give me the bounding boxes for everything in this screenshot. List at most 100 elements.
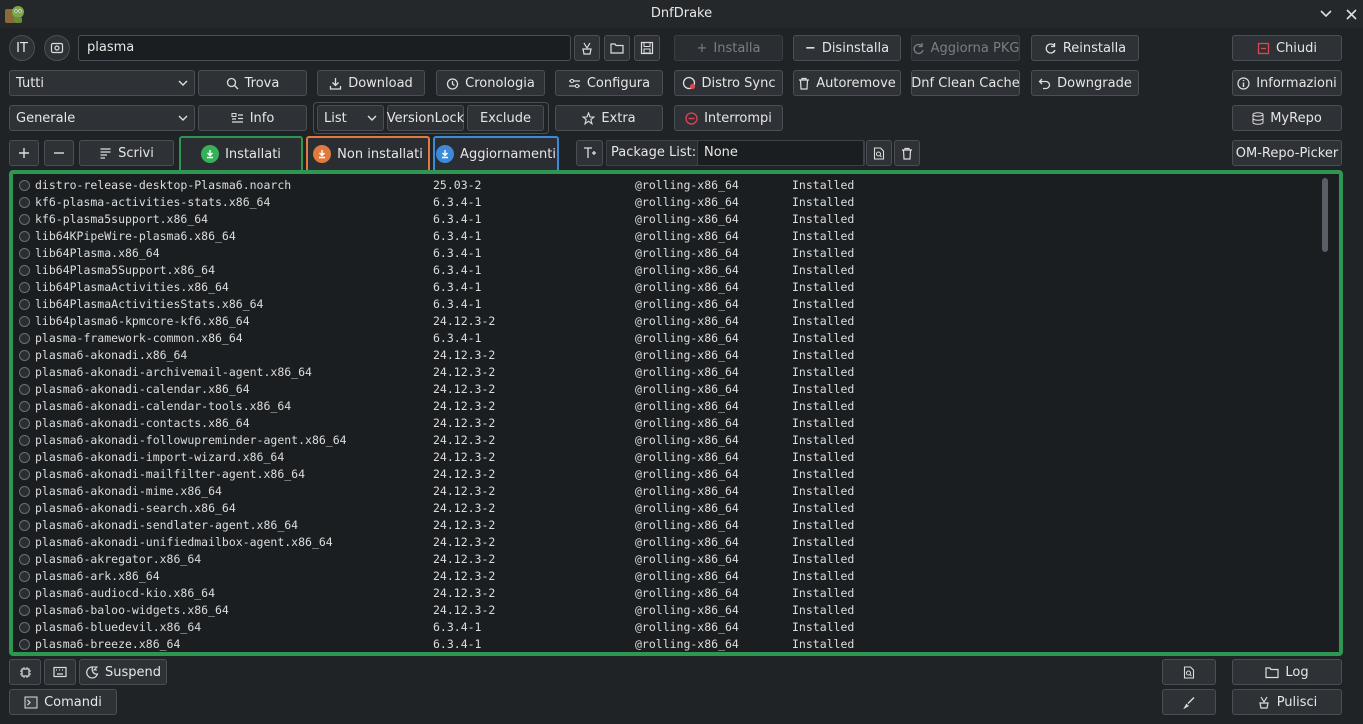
scrollbar-thumb[interactable] bbox=[1322, 178, 1328, 252]
table-row[interactable]: lib64KPipeWire-plasma6.x86_64 6.3.4-1 @rol… bbox=[13, 228, 1313, 245]
search-mode-button[interactable] bbox=[44, 35, 70, 61]
search-input[interactable]: plasma bbox=[78, 35, 571, 61]
tab-updates[interactable]: Aggiornamenti bbox=[433, 136, 559, 170]
clean-button[interactable]: Pulisci bbox=[1232, 689, 1342, 715]
group-select[interactable]: Generale bbox=[9, 105, 195, 131]
find-button[interactable]: Trova bbox=[198, 70, 307, 96]
row-checkbox[interactable] bbox=[19, 571, 30, 582]
interrupt-button[interactable]: Interrompi bbox=[674, 105, 783, 131]
table-row[interactable]: plasma6-akonadi-archivemail-agent.x86_64… bbox=[13, 364, 1313, 381]
text-size-button[interactable] bbox=[576, 140, 603, 166]
table-row[interactable]: plasma6-akonadi-sendlater-agent.x86_64 24… bbox=[13, 517, 1313, 534]
row-checkbox[interactable] bbox=[19, 350, 30, 361]
row-checkbox[interactable] bbox=[19, 333, 30, 344]
row-checkbox[interactable] bbox=[19, 588, 30, 599]
table-row[interactable]: plasma6-akonadi-contacts.x86_64 24.12.3-2… bbox=[13, 415, 1313, 432]
table-row[interactable]: plasma6-akonadi-search.x86_64 24.12.3-2 @r… bbox=[13, 500, 1313, 517]
row-checkbox[interactable] bbox=[19, 367, 30, 378]
table-row[interactable]: lib64Plasma5Support.x86_64 6.3.4-1 @rollin… bbox=[13, 262, 1313, 279]
uninstall-button[interactable]: − Disinstalla bbox=[793, 35, 901, 61]
row-checkbox[interactable] bbox=[19, 418, 30, 429]
om-repo-picker-button[interactable]: OM-Repo-Picker bbox=[1232, 140, 1342, 166]
log-button[interactable]: Log bbox=[1232, 659, 1342, 685]
table-row[interactable]: plasma6-akonadi-calendar-tools.x86_64 24.… bbox=[13, 398, 1313, 415]
tab-not-installed[interactable]: Non installati bbox=[306, 136, 430, 170]
extra-button[interactable]: Extra bbox=[555, 105, 663, 131]
row-checkbox[interactable] bbox=[19, 231, 30, 242]
row-checkbox[interactable] bbox=[19, 282, 30, 293]
row-checkbox[interactable] bbox=[19, 299, 30, 310]
table-row[interactable]: plasma6-baloo-widgets.x86_64 24.12.3-2 @ro… bbox=[13, 602, 1313, 619]
table-row[interactable]: kf6-plasma5support.x86_64 6.3.4-1 @rolling… bbox=[13, 211, 1313, 228]
row-checkbox[interactable] bbox=[19, 401, 30, 412]
autoremove-button[interactable]: Autoremove bbox=[793, 70, 901, 96]
table-row[interactable]: plasma-framework-common.x86_64 6.3.4-1 @ro… bbox=[13, 330, 1313, 347]
row-checkbox[interactable] bbox=[19, 452, 30, 463]
commands-button[interactable]: Comandi bbox=[9, 689, 117, 715]
table-row[interactable]: plasma6-audiocd-kio.x86_64 24.12.3-2 @roll… bbox=[13, 585, 1313, 602]
exclude-button[interactable]: Exclude bbox=[467, 105, 544, 131]
reinstall-button[interactable]: Reinstalla bbox=[1031, 35, 1139, 61]
row-checkbox[interactable] bbox=[19, 435, 30, 446]
table-row[interactable]: plasma6-akonadi-mime.x86_64 24.12.3-2 @rol… bbox=[13, 483, 1313, 500]
row-checkbox[interactable] bbox=[19, 486, 30, 497]
view-log-file-button[interactable] bbox=[1162, 659, 1216, 685]
row-checkbox[interactable] bbox=[19, 520, 30, 531]
table-row[interactable]: lib64plasma6-kpmcore-kf6.x86_64 24.12.3-2… bbox=[13, 313, 1313, 330]
table-row[interactable]: lib64Plasma.x86_64 6.3.4-1 @rolling-x86_64… bbox=[13, 245, 1313, 262]
table-row[interactable]: plasma6-akonadi-unifiedmailbox-agent.x86… bbox=[13, 534, 1313, 551]
table-row[interactable]: plasma6-bluedevil.x86_64 6.3.4-1 @rolling-… bbox=[13, 619, 1313, 636]
tab-installed[interactable]: Installati bbox=[179, 136, 303, 170]
table-row[interactable]: plasma6-akonadi-mailfilter-agent.x86_64 2… bbox=[13, 466, 1313, 483]
table-row[interactable]: distro-release-desktop-Plasma6.noarch 25.… bbox=[13, 177, 1313, 194]
write-button[interactable]: Scrivi bbox=[79, 140, 174, 166]
remove-button[interactable] bbox=[44, 140, 74, 166]
row-checkbox[interactable] bbox=[19, 316, 30, 327]
table-row[interactable]: kf6-plasma-activities-stats.x86_64 6.3.4-… bbox=[13, 194, 1313, 211]
update-pkg-button[interactable]: Aggiorna PKG bbox=[911, 35, 1020, 61]
row-checkbox[interactable] bbox=[19, 503, 30, 514]
save-list-button[interactable] bbox=[634, 35, 660, 61]
terminal-button[interactable] bbox=[9, 659, 41, 685]
edit-button[interactable] bbox=[1162, 689, 1216, 715]
configure-button[interactable]: Configura bbox=[555, 70, 663, 96]
row-checkbox[interactable] bbox=[19, 554, 30, 565]
distro-sync-button[interactable]: Distro Sync bbox=[674, 70, 783, 96]
table-row[interactable]: plasma6-akonadi.x86_64 24.12.3-2 @rolling-… bbox=[13, 347, 1313, 364]
table-row[interactable]: plasma6-akregator.x86_64 24.12.3-2 @rollin… bbox=[13, 551, 1313, 568]
versionlock-button[interactable]: VersionLock bbox=[387, 105, 464, 131]
row-checkbox[interactable] bbox=[19, 605, 30, 616]
load-list-button[interactable] bbox=[866, 140, 892, 166]
row-checkbox[interactable] bbox=[19, 639, 30, 650]
history-button[interactable]: Cronologia bbox=[436, 70, 545, 96]
open-folder-button[interactable] bbox=[604, 35, 630, 61]
row-checkbox[interactable] bbox=[19, 622, 30, 633]
clear-search-button[interactable] bbox=[574, 35, 600, 61]
clean-cache-button[interactable]: Dnf Clean Cache bbox=[911, 70, 1020, 96]
table-row[interactable]: plasma6-akonadi-calendar.x86_64 24.12.3-2… bbox=[13, 381, 1313, 398]
row-checkbox[interactable] bbox=[19, 384, 30, 395]
suspend-button[interactable]: Suspend bbox=[79, 659, 167, 685]
scrollbar[interactable] bbox=[1321, 178, 1329, 652]
download-button[interactable]: Download bbox=[317, 70, 425, 96]
mode-select[interactable]: List bbox=[317, 105, 384, 131]
add-button[interactable] bbox=[9, 140, 39, 166]
row-checkbox[interactable] bbox=[19, 537, 30, 548]
table-row[interactable]: plasma6-akonadi-followupreminder-agent.x… bbox=[13, 432, 1313, 449]
delete-list-button[interactable] bbox=[894, 140, 920, 166]
table-row[interactable]: lib64PlasmaActivitiesStats.x86_64 6.3.4-1… bbox=[13, 296, 1313, 313]
language-button[interactable]: IT bbox=[9, 35, 35, 61]
package-list-field[interactable]: None bbox=[697, 140, 864, 166]
table-row[interactable]: lib64PlasmaActivities.x86_64 6.3.4-1 @roll… bbox=[13, 279, 1313, 296]
info-button[interactable]: Info bbox=[198, 105, 307, 131]
row-checkbox[interactable] bbox=[19, 265, 30, 276]
minimize-chevron-icon[interactable] bbox=[1316, 4, 1336, 24]
install-button[interactable]: + Installa bbox=[674, 35, 783, 61]
table-row[interactable]: plasma6-akonadi-import-wizard.x86_64 24.1… bbox=[13, 449, 1313, 466]
row-checkbox[interactable] bbox=[19, 180, 30, 191]
row-checkbox[interactable] bbox=[19, 469, 30, 480]
table-row[interactable]: plasma6-breeze.x86_64 6.3.4-1 @rolling-x86… bbox=[13, 636, 1313, 652]
table-row[interactable]: plasma6-ark.x86_64 24.12.3-2 @rolling-x86_… bbox=[13, 568, 1313, 585]
close-window-icon[interactable] bbox=[1341, 4, 1361, 24]
downgrade-button[interactable]: Downgrade bbox=[1031, 70, 1139, 96]
